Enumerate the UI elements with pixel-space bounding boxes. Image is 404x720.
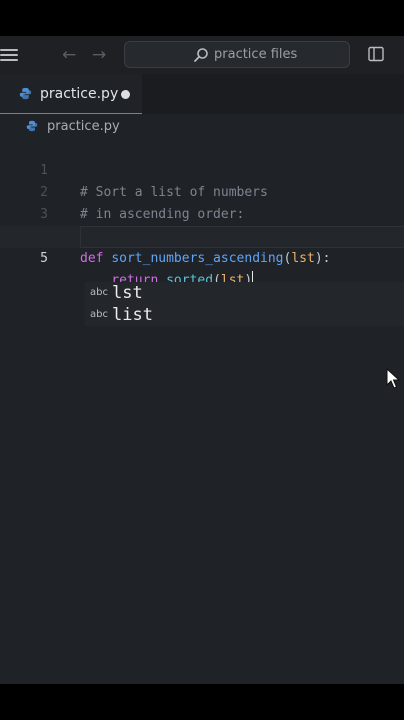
code-line[interactable]: 3 [0, 182, 404, 222]
code-line[interactable]: 2 # in ascending order: [0, 160, 404, 222]
suggestion-item[interactable]: abc lst [85, 282, 404, 304]
parameter: lst [291, 251, 315, 266]
python-file-icon [19, 87, 32, 100]
unsaved-dot-icon[interactable] [121, 90, 130, 99]
keyword: def [80, 251, 104, 266]
back-arrow-icon[interactable]: ← [62, 45, 76, 65]
code-text: def sort_numbers_ascending(lst): [80, 248, 330, 270]
search-icon [194, 48, 208, 62]
menu-icon[interactable] [0, 47, 20, 63]
text-kind-icon: abc [90, 287, 108, 298]
autocomplete-widget[interactable]: abc lst abc list [85, 282, 404, 326]
command-center-search[interactable]: practice files [124, 41, 350, 68]
title-bar: ← → practice files [0, 36, 404, 74]
tab-label: practice.py [40, 86, 119, 102]
tab-bar: practice.py [0, 74, 404, 114]
python-file-icon [26, 120, 38, 132]
search-label: practice files [214, 47, 298, 62]
function-name: sort_numbers_ascending [111, 251, 284, 266]
editor-window: ← → practice files practice.py practice.… [0, 36, 404, 684]
suggestion-label: lst [112, 283, 143, 303]
mouse-pointer-icon [386, 368, 400, 389]
forward-arrow-icon[interactable]: → [92, 45, 106, 65]
line-number: 5 [40, 251, 48, 266]
code-line-active[interactable]: 5 return sorted(lst) [0, 226, 404, 288]
code-line[interactable]: 4 def sort_numbers_ascending(lst): [0, 204, 404, 266]
text-kind-icon: abc [90, 309, 108, 320]
toggle-panel-icon[interactable] [368, 46, 384, 62]
suggestion-item[interactable]: abc list [85, 304, 404, 326]
suggestion-label: list [112, 305, 153, 325]
code-editor[interactable]: 1 # Sort a list of numbers 2 # in ascend… [0, 138, 404, 684]
code-line[interactable]: 1 # Sort a list of numbers [0, 138, 404, 200]
punctuation: ): [314, 251, 331, 266]
tab-practice-py[interactable]: practice.py [0, 74, 142, 114]
breadcrumb: practice.py [0, 114, 404, 138]
breadcrumb-file[interactable]: practice.py [47, 119, 120, 134]
